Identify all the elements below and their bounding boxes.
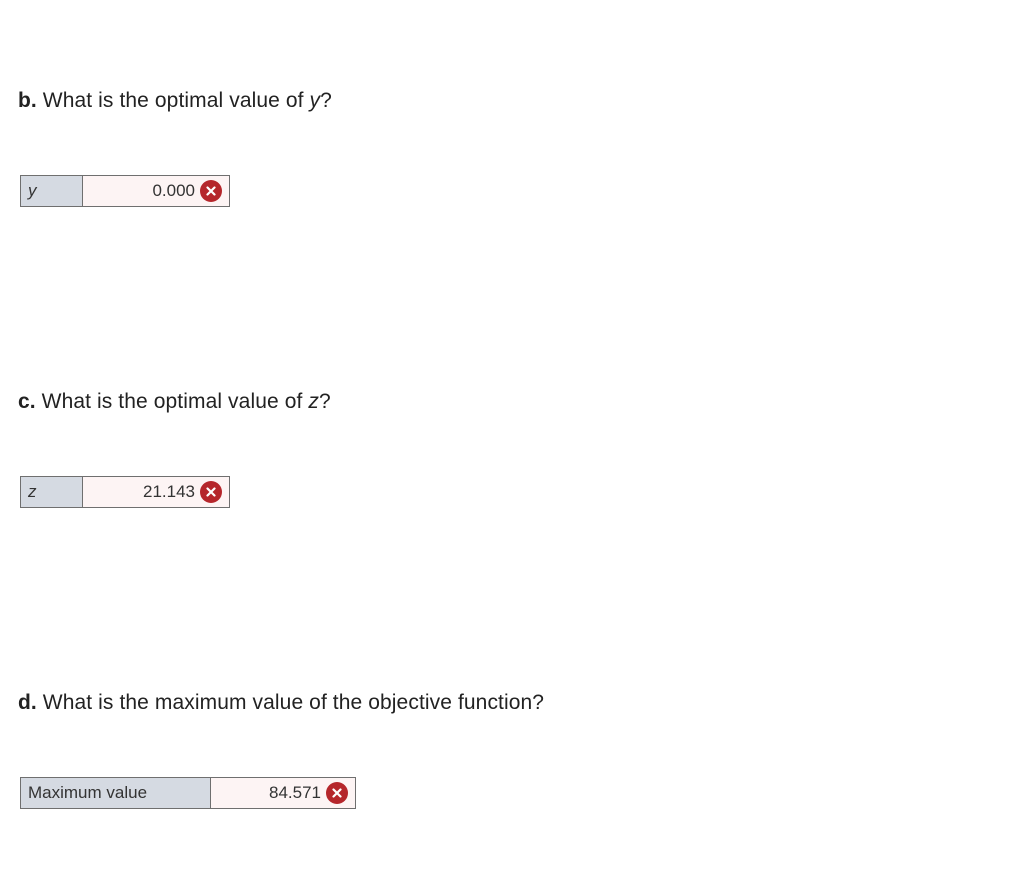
answer-row-z: z 21.143 — [20, 476, 230, 508]
answer-row-y: y 0.000 — [20, 175, 230, 207]
question-d: d. What is the maximum value of the obje… — [18, 690, 544, 716]
answer-value: 84.571 — [269, 783, 321, 802]
question-c: c. What is the optimal value of z? — [18, 389, 331, 415]
incorrect-x-icon — [200, 481, 222, 503]
answer-field-y[interactable]: 0.000 — [83, 176, 229, 206]
answer-field-maximum[interactable]: 84.571 — [211, 778, 355, 808]
question-text: What is the optimal value of — [35, 390, 309, 413]
answer-field-z[interactable]: 21.143 — [83, 477, 229, 507]
question-text: What is the maximum value of the objecti… — [36, 691, 545, 714]
question-part-label: d. — [18, 691, 37, 714]
incorrect-x-icon — [200, 180, 222, 202]
question-part-label: b. — [18, 89, 37, 112]
question-part-label: c. — [18, 390, 36, 413]
incorrect-x-icon — [326, 782, 348, 804]
answer-row-maximum: Maximum value 84.571 — [20, 777, 356, 809]
answer-value: 0.000 — [152, 181, 195, 200]
answer-value: 21.143 — [143, 482, 195, 501]
answer-label-z: z — [21, 477, 83, 507]
answer-label-y: y — [21, 176, 83, 206]
answer-label-maximum: Maximum value — [21, 778, 211, 808]
question-b: b. What is the optimal value of y? — [18, 88, 332, 114]
question-variable: z — [308, 390, 319, 413]
question-text-end: ? — [320, 89, 332, 112]
question-text-end: ? — [318, 390, 331, 413]
question-text: What is the optimal value of — [36, 89, 310, 112]
question-variable: y — [309, 89, 321, 112]
